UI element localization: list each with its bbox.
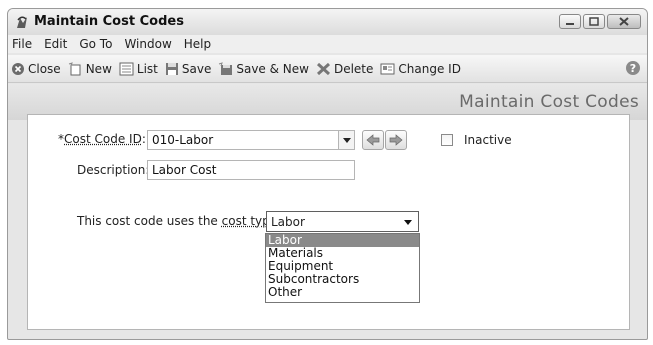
svg-text:?: ? [630, 62, 636, 75]
close-button-label: Close [28, 61, 61, 76]
list-button-label: List [136, 61, 158, 76]
menu-file[interactable]: File [12, 37, 32, 51]
close-icon [619, 17, 629, 26]
inactive-checkbox[interactable] [441, 134, 453, 146]
maximize-button[interactable] [583, 14, 605, 29]
cost-type-dropdown-list: Labor Materials Equipment Subcontractors… [265, 233, 420, 303]
new-icon [68, 61, 81, 75]
cost-type-selected-value: Labor [271, 215, 305, 229]
change-id-icon [380, 63, 395, 74]
label-colon: : [141, 132, 146, 146]
chevron-down-icon [404, 220, 412, 225]
chevron-down-icon [342, 137, 351, 143]
save-and-new-button[interactable]: Save & New [218, 62, 309, 76]
window-title: Maintain Cost Codes [34, 14, 184, 29]
list-button[interactable]: List [119, 62, 158, 76]
close-button[interactable]: Close [11, 62, 61, 76]
cost-type-sentence: This cost code uses the cost type [77, 214, 277, 228]
close-circle-icon [12, 62, 24, 75]
save-icon [165, 62, 178, 75]
cost-code-id-combobox[interactable]: 010-Labor [147, 130, 355, 150]
menu-help[interactable]: Help [184, 37, 211, 51]
cost-type-sentence-text: This cost code uses the [77, 214, 218, 228]
form-panel: *Cost Code ID: 010-Labor Inactive Descri… [27, 114, 630, 330]
delete-icon [316, 62, 330, 75]
cost-type-select[interactable]: Labor [266, 211, 419, 232]
minimize-button[interactable] [559, 14, 581, 29]
cost-code-id-label: *Cost Code ID: [58, 132, 146, 146]
change-id-button[interactable]: Change ID [380, 62, 461, 76]
new-button[interactable]: New [68, 62, 112, 76]
menu-window[interactable]: Window [124, 37, 171, 51]
save-and-new-button-label: Save & New [236, 61, 309, 76]
save-button[interactable]: Save [165, 62, 211, 76]
minimize-icon [566, 22, 574, 25]
change-id-button-label: Change ID [398, 61, 461, 76]
save-button-label: Save [181, 61, 212, 76]
maximize-icon [589, 17, 599, 26]
new-button-label: New [85, 61, 112, 76]
menu-edit[interactable]: Edit [44, 37, 67, 51]
menu-bar: File Edit Go To Window Help [8, 35, 647, 53]
cost-type-option-other[interactable]: Other [266, 286, 419, 299]
page-title: Maintain Cost Codes [459, 92, 639, 112]
arrow-left-icon [366, 134, 380, 146]
close-window-button[interactable] [607, 14, 641, 29]
title-bar[interactable]: Maintain Cost Codes [8, 9, 647, 35]
menu-go-to[interactable]: Go To [79, 37, 112, 51]
previous-record-button[interactable] [362, 130, 384, 150]
delete-button-label: Delete [333, 61, 374, 76]
maintain-cost-codes-window: Maintain Cost Codes File Edit Go To Wind… [7, 8, 648, 340]
description-value: Labor Cost [152, 163, 217, 177]
next-record-button[interactable] [385, 130, 407, 150]
cost-code-id-value: 010-Labor [152, 133, 214, 147]
cost-code-dropdown-button[interactable] [338, 131, 354, 149]
delete-button[interactable]: Delete [316, 62, 373, 76]
arrow-right-icon [389, 134, 403, 146]
save-new-icon [219, 61, 233, 75]
app-icon [17, 16, 27, 28]
cost-code-id-label-text: Cost Code ID [64, 132, 142, 146]
description-label: Description: [77, 163, 150, 177]
list-icon [119, 62, 134, 75]
description-field[interactable]: Labor Cost [147, 160, 355, 180]
inactive-label: Inactive [464, 133, 512, 147]
toolbar: Close New List Save Save & New Delete Ch… [8, 55, 647, 83]
help-icon[interactable]: ? [625, 60, 641, 76]
